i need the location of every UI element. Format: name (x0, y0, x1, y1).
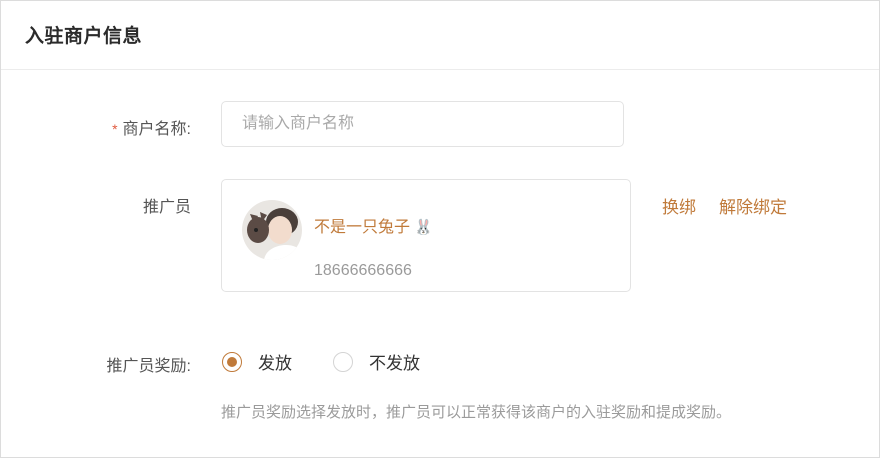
rabbit-icon: 🐰 (414, 219, 433, 236)
reward-label: 推广员奖励: (106, 358, 191, 375)
promoter-card: 不是一只兔子 🐰 18666666666 (221, 179, 631, 292)
reward-hint: 推广员奖励选择发放时，推广员可以正常获得该商户的入驻奖励和提成奖励。 (221, 404, 732, 421)
avatar (242, 200, 302, 260)
promoter-name-text: 不是一只兔子 (314, 219, 411, 236)
promoter-phone: 18666666666 (314, 262, 412, 279)
radio-no-issue[interactable]: 不发放 (333, 349, 420, 374)
merchant-name-label: * 商户名称: (1, 115, 191, 139)
radio-issue[interactable]: 发放 (222, 349, 292, 374)
promoter-label: 推广员 (142, 199, 191, 216)
radio-unchecked-icon[interactable] (333, 351, 353, 372)
merchant-name-input[interactable] (221, 101, 624, 147)
merchant-info-panel: 入驻商户信息 *商户名称: 推广员 不是一只兔子🐰 18666666666 换绑… (0, 0, 880, 458)
required-mark: * (112, 121, 118, 137)
merchant-name-label-text: 商户名称: (122, 121, 191, 138)
page-title: 入驻商户信息 (25, 26, 143, 47)
radio-issue-label: 发放 (258, 354, 292, 373)
panel-header: 入驻商户信息 (1, 1, 879, 70)
unbind-promoter-link[interactable]: 解除绑定 (719, 193, 787, 218)
change-promoter-link[interactable]: 换绑 (662, 193, 696, 218)
radio-no-issue-label: 不发放 (369, 354, 420, 373)
radio-checked-icon[interactable] (222, 351, 242, 372)
promoter-name: 不是一只兔子 🐰 (314, 213, 433, 237)
